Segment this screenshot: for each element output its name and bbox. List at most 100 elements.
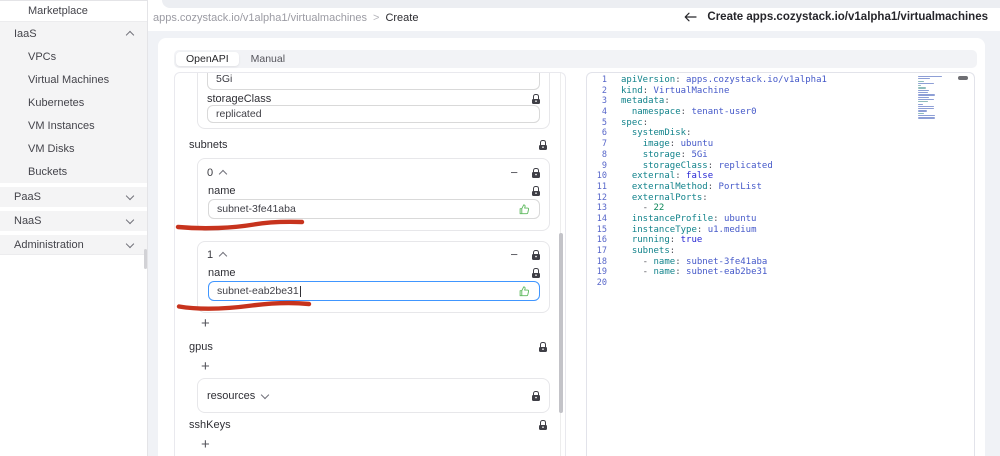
subnet-item-0-header[interactable]: 0 − [207, 166, 540, 179]
sidebar-item-vm-disks[interactable]: VM Disks [0, 137, 147, 160]
code-line: 17 subnets: [587, 246, 974, 257]
code-line: 8 storage: 5Gi [587, 150, 974, 161]
chevron-down-icon [261, 390, 270, 399]
code-line: 12 externalPorts: [587, 193, 974, 204]
lock-icon[interactable] [538, 420, 547, 430]
code-line: 18 - name: subnet-3fe41aba [587, 257, 974, 268]
subnet-0-name-label: name [208, 185, 236, 197]
lock-icon[interactable] [531, 390, 540, 401]
thumbs-up-icon[interactable] [518, 203, 531, 216]
add-subnet-button[interactable]: + [201, 316, 210, 331]
code-line: 6 systemDisk: [587, 128, 974, 139]
code-line: 20 [587, 278, 974, 289]
lock-icon[interactable] [531, 186, 540, 196]
line-number: 9 [601, 160, 607, 171]
sidebar-item-buckets[interactable]: Buckets [0, 160, 147, 183]
page-header: Create apps.cozystack.io/v1alpha1/virtua… [684, 11, 988, 23]
storage-class-field[interactable]: replicated [207, 105, 540, 123]
lock-icon[interactable] [531, 94, 540, 104]
subnet-1-name-label: name [208, 267, 236, 279]
top-strip [162, 0, 1000, 8]
subnets-header: subnets [189, 139, 547, 151]
chevron-up-icon [218, 169, 228, 179]
line-number: 12 [596, 192, 607, 203]
code-line: 9 storageClass: replicated [587, 161, 974, 172]
text-cursor [299, 285, 301, 297]
subnet-item-1-card: 1 − name subnet-eab2be31 [197, 241, 550, 313]
line-number: 20 [596, 278, 607, 289]
sidebar-item-label: VM Instances [28, 119, 95, 132]
sidebar-item-paas[interactable]: PaaS [0, 187, 147, 207]
line-number: 10 [596, 171, 607, 182]
sshkeys-header: sshKeys [189, 419, 547, 431]
sidebar: Marketplace IaaS VPCs Virtual Machines Kuber… [0, 0, 148, 456]
lock-icon[interactable] [531, 268, 540, 278]
code-line: 19 - name: subnet-eab2be31 [587, 267, 974, 278]
line-number: 17 [596, 246, 607, 256]
add-sshkey-button[interactable]: + [201, 437, 210, 452]
sidebar-item-vpcs[interactable]: VPCs [0, 45, 147, 68]
code-line: 13 - 22 [587, 203, 974, 214]
line-number: 8 [601, 149, 607, 160]
lock-icon[interactable] [531, 167, 540, 178]
storage-field-value: 5Gi [216, 73, 233, 85]
sidebar-item-virtual-machines[interactable]: Virtual Machines [0, 68, 147, 91]
code-line: 11 externalMethod: PortList [587, 182, 974, 193]
back-arrow-icon[interactable] [684, 12, 697, 22]
remove-item-icon[interactable]: − [510, 166, 518, 179]
breadcrumb-path[interactable]: apps.cozystack.io/v1alpha1/virtualmachin… [153, 12, 367, 24]
yaml-editor[interactable]: 1 apiVersion: apps.cozystack.io/v1alpha1 2… [586, 72, 975, 456]
remove-item-icon[interactable]: − [510, 248, 518, 261]
code-line: 14 instanceProfile: ubuntu [587, 214, 974, 225]
sshkeys-label: sshKeys [189, 419, 231, 431]
resources-card[interactable]: resources [197, 378, 550, 413]
sidebar-scrollbar-thumb[interactable] [144, 249, 147, 269]
sidebar-menu: Marketplace IaaS VPCs Virtual Machines Kuber… [0, 1, 147, 255]
chevron-down-icon [125, 191, 135, 201]
line-number: 4 [601, 107, 607, 118]
sidebar-item-label: NaaS [14, 215, 42, 227]
sidebar-item-label: Marketplace [28, 5, 88, 17]
sidebar-item-label: Kubernetes [28, 96, 85, 109]
chevron-up-icon [125, 30, 135, 40]
chevron-up-icon [218, 251, 228, 261]
tab-openapi[interactable]: OpenAPI [176, 52, 239, 66]
thumbs-up-icon[interactable] [518, 285, 531, 298]
lock-icon[interactable] [531, 249, 540, 260]
sidebar-item-label: Virtual Machines [28, 73, 110, 86]
line-number: 15 [596, 224, 607, 235]
minimap-slider[interactable] [958, 76, 968, 80]
code-line: 5 spec: [587, 118, 974, 129]
add-gpu-button[interactable]: + [201, 359, 210, 374]
lock-icon[interactable] [538, 140, 547, 150]
sidebar-item-marketplace[interactable]: Marketplace [0, 1, 147, 22]
form-panel: 5Gi storageClass replicated subnets 0 − … [174, 72, 566, 456]
minimap[interactable] [918, 76, 948, 122]
line-number: 3 [601, 96, 607, 107]
subnet-1-name-field[interactable]: subnet-eab2be31 [208, 281, 540, 301]
line-number: 5 [601, 117, 607, 128]
sidebar-item-naas[interactable]: NaaS [0, 211, 147, 231]
sidebar-item-administration[interactable]: Administration [0, 235, 147, 255]
code-line: 4 namespace: tenant-user0 [587, 107, 974, 118]
storage-field[interactable]: 5Gi [207, 73, 540, 90]
sidebar-item-kubernetes[interactable]: Kubernetes [0, 91, 147, 114]
sidebar-item-iaas[interactable]: IaaS [0, 22, 147, 45]
chevron-down-icon [125, 215, 135, 225]
tab-bar: OpenAPI Manual [174, 50, 977, 68]
subnet-item-0-index: 0 [207, 166, 214, 179]
resources-label: resources [207, 389, 256, 402]
code-line: 3 metadata: [587, 96, 974, 107]
line-number: 16 [596, 235, 607, 246]
lock-icon[interactable] [538, 342, 547, 352]
subnets-label: subnets [189, 139, 228, 151]
form-scrollbar-thumb[interactable] [559, 233, 563, 413]
subnet-item-1-header[interactable]: 1 − [207, 248, 540, 261]
subnet-0-name-field[interactable]: subnet-3fe41aba [208, 199, 540, 219]
code-line: 1 apiVersion: apps.cozystack.io/v1alpha1 [587, 75, 974, 86]
sidebar-item-vm-instances[interactable]: VM Instances [0, 114, 147, 137]
sidebar-item-label: PaaS [14, 191, 41, 203]
subnet-item-0-card: 0 − name subnet-3fe41aba [197, 158, 550, 231]
gpus-header: gpus [189, 341, 547, 353]
tab-manual[interactable]: Manual [239, 52, 297, 66]
